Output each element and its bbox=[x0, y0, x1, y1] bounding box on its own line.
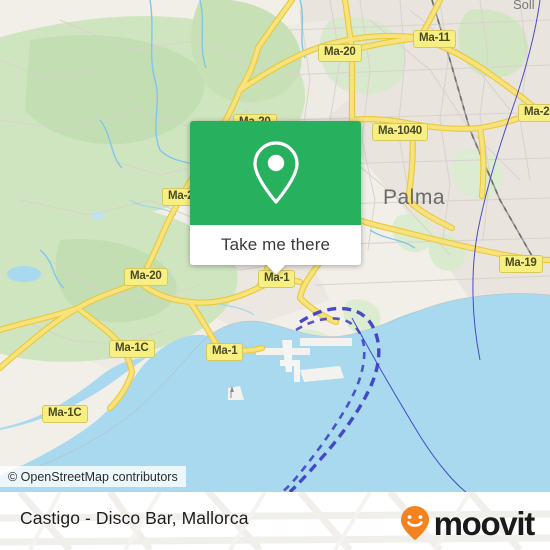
road-shield-ma-20-right-edge[interactable]: Ma-20 bbox=[518, 104, 550, 122]
moovit-wordmark: moovit bbox=[433, 504, 536, 542]
moovit-map-screenshot: Palma Soll Ma-20 Ma-11 Ma-20 Ma-1040 Ma-… bbox=[0, 0, 550, 550]
card-pin-panel bbox=[190, 121, 361, 225]
osm-attribution[interactable]: © OpenStreetMap contributors bbox=[0, 466, 186, 487]
road-shield-ma-1c-bottom[interactable]: Ma-1C bbox=[42, 405, 88, 423]
card-pointer-arrow bbox=[265, 264, 286, 275]
road-shield-ma-20-lower-left[interactable]: Ma-20 bbox=[124, 268, 168, 286]
place-label-soller: Soll bbox=[513, 0, 535, 12]
map-pin-icon bbox=[252, 141, 299, 204]
road-shield-ma-1[interactable]: Ma-1 bbox=[206, 343, 244, 361]
card-action-bar[interactable]: Take me there bbox=[190, 225, 361, 275]
moovit-logo[interactable]: moovit bbox=[398, 504, 536, 542]
take-me-there-label: Take me there bbox=[220, 235, 331, 254]
road-shield-ma-19[interactable]: Ma-19 bbox=[499, 255, 543, 273]
place-label-palma: Palma bbox=[383, 186, 446, 209]
road-shield-ma-1c-mid[interactable]: Ma-1C bbox=[109, 340, 155, 358]
footer-bar: Castigo - Disco Bar, Mallorca moovit bbox=[0, 492, 550, 550]
road-shield-ma-1040[interactable]: Ma-1040 bbox=[372, 123, 428, 141]
moovit-smiley-pin-icon bbox=[400, 506, 429, 540]
osm-attribution-text: © OpenStreetMap contributors bbox=[8, 469, 178, 484]
road-shield-ma-20-top-right[interactable]: Ma-20 bbox=[318, 44, 362, 62]
page-title: Castigo - Disco Bar, Mallorca bbox=[20, 508, 249, 528]
take-me-there-card[interactable]: Take me there bbox=[190, 121, 361, 275]
road-shield-ma-11[interactable]: Ma-11 bbox=[413, 30, 456, 48]
